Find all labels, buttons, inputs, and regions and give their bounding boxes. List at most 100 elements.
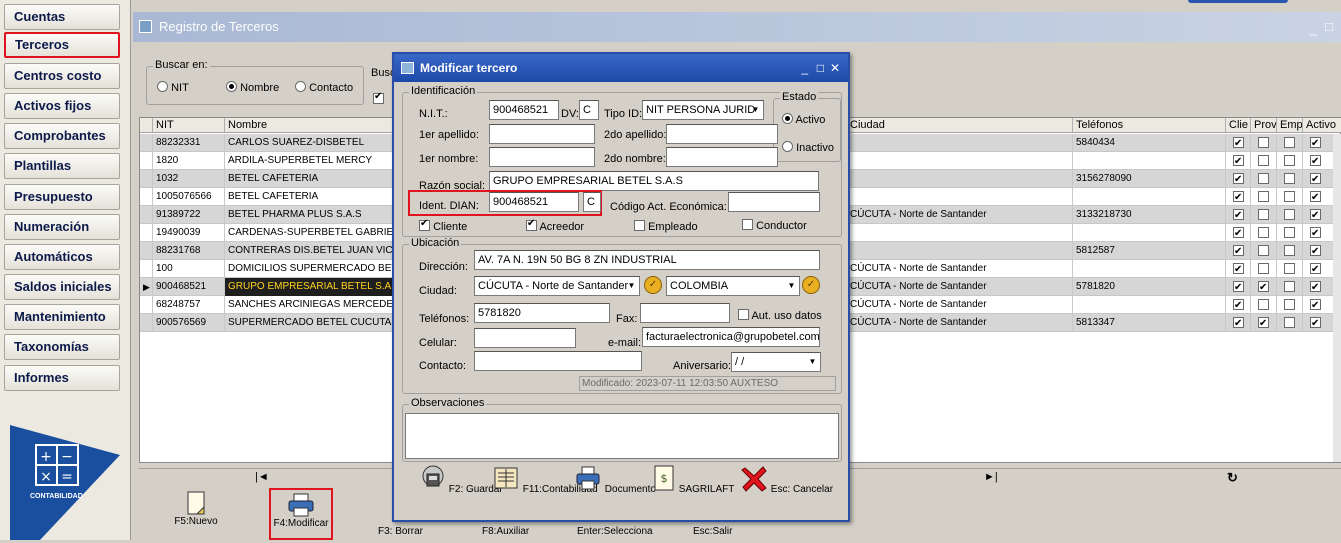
row-prov-checkbox[interactable]: [1258, 173, 1269, 184]
row-emp-checkbox[interactable]: [1284, 227, 1295, 238]
dialog-minimize-icon[interactable]: _: [801, 54, 808, 82]
celular-input[interactable]: [474, 328, 576, 348]
row-emp-checkbox[interactable]: [1284, 317, 1295, 328]
search-opt-nit[interactable]: NIT: [157, 81, 189, 94]
row-act-checkbox[interactable]: [1310, 261, 1321, 278]
salir-button[interactable]: Esc:Salir: [693, 526, 732, 537]
contacto-input[interactable]: [474, 351, 642, 371]
row-prov-checkbox[interactable]: [1258, 299, 1269, 310]
menu-taxonomias[interactable]: Taxonomías: [4, 334, 120, 360]
row-act-checkbox[interactable]: [1310, 171, 1321, 188]
ident-dian-dv-input[interactable]: C: [583, 192, 601, 212]
menu-presupuesto[interactable]: Presupuesto: [4, 184, 120, 210]
row-clie-checkbox[interactable]: [1233, 189, 1244, 206]
menu-terceros[interactable]: Terceros: [4, 32, 120, 58]
row-act-checkbox[interactable]: [1310, 279, 1321, 296]
row-prov-checkbox[interactable]: [1258, 155, 1269, 166]
apellido2-input[interactable]: [666, 124, 778, 144]
ident-dian-input[interactable]: 900468521: [489, 192, 579, 212]
search-opt-contacto[interactable]: Contacto: [295, 81, 353, 94]
refresh-icon[interactable]: ↻: [1227, 470, 1238, 486]
empleado-checkbox[interactable]: Empleado: [634, 220, 698, 233]
row-clie-checkbox[interactable]: [1233, 225, 1244, 242]
apellido1-input[interactable]: [489, 124, 595, 144]
ciudad-lookup-icon[interactable]: ✓: [644, 276, 662, 294]
grid-scrollbar[interactable]: [1333, 134, 1341, 462]
row-clie-checkbox[interactable]: [1233, 207, 1244, 224]
row-act-checkbox[interactable]: [1310, 189, 1321, 206]
row-act-checkbox[interactable]: [1310, 243, 1321, 260]
row-clie-checkbox[interactable]: [1233, 171, 1244, 188]
row-emp-checkbox[interactable]: [1284, 155, 1295, 166]
col-telefonos[interactable]: Teléfonos: [1073, 118, 1226, 133]
col-ciudad[interactable]: Ciudad: [847, 118, 1073, 133]
menu-saldos-iniciales[interactable]: Saldos iniciales: [4, 274, 120, 300]
menu-plantillas[interactable]: Plantillas: [4, 153, 120, 179]
auxiliar-button[interactable]: F8:Auxiliar: [482, 526, 529, 537]
last-record-icon[interactable]: ►|: [984, 471, 998, 483]
menu-numeracion[interactable]: Numeración: [4, 214, 120, 240]
maximize-icon[interactable]: □: [1325, 12, 1333, 42]
direccion-input[interactable]: AV. 7A N. 19N 50 BG 8 ZN INDUSTRIAL: [474, 250, 820, 270]
modificar-button[interactable]: F4:Modificar: [269, 488, 333, 540]
pais-select[interactable]: COLOMBIA ▼: [666, 276, 800, 296]
menu-cuentas[interactable]: Cuentas: [4, 4, 120, 30]
row-prov-checkbox[interactable]: [1258, 227, 1269, 238]
nombre1-input[interactable]: [489, 147, 595, 167]
dv-input[interactable]: C: [579, 100, 599, 120]
ciudad-select[interactable]: CÚCUTA - Norte de Santander ▼: [474, 276, 640, 296]
menu-activos-fijos[interactable]: Activos fijos: [4, 93, 120, 119]
nit-input[interactable]: 900468521: [489, 100, 559, 120]
tipo-id-select[interactable]: NIT PERSONA JURID ▼: [642, 100, 764, 120]
menu-automaticos[interactable]: Automáticos: [4, 244, 120, 270]
borrar-button[interactable]: F3: Borrar: [378, 526, 423, 537]
row-emp-checkbox[interactable]: [1284, 263, 1295, 274]
aut-uso-datos-checkbox[interactable]: Aut. uso datos: [738, 309, 822, 322]
row-prov-checkbox[interactable]: [1258, 245, 1269, 256]
menu-informes[interactable]: Informes: [4, 365, 120, 391]
row-clie-checkbox[interactable]: [1233, 243, 1244, 260]
fax-input[interactable]: [640, 303, 730, 323]
row-prov-checkbox[interactable]: [1258, 137, 1269, 148]
razon-social-input[interactable]: GRUPO EMPRESARIAL BETEL S.A.S: [489, 171, 819, 191]
dialog-close-icon[interactable]: ✕: [830, 54, 840, 82]
codigo-actividad-input[interactable]: [728, 192, 820, 212]
row-clie-checkbox[interactable]: [1233, 261, 1244, 278]
estado-activo-radio[interactable]: Activo: [782, 113, 825, 126]
guardar-button[interactable]: F2: Guardar: [420, 464, 503, 495]
estado-inactivo-radio[interactable]: Inactivo: [782, 141, 834, 154]
row-emp-checkbox[interactable]: [1284, 299, 1295, 310]
col-emp[interactable]: Emp: [1277, 118, 1303, 133]
search-checkbox[interactable]: [373, 91, 384, 104]
search-opt-nombre[interactable]: Nombre: [226, 81, 279, 94]
row-emp-checkbox[interactable]: [1284, 281, 1295, 292]
row-act-checkbox[interactable]: [1310, 135, 1321, 152]
aniversario-input[interactable]: / / ▼: [731, 352, 821, 372]
menu-mantenimiento[interactable]: Mantenimiento: [4, 304, 120, 330]
menu-centros-costo[interactable]: Centros costo: [4, 63, 120, 89]
contabilidad-button[interactable]: F11:Contabilidad: [492, 464, 598, 495]
pais-lookup-icon[interactable]: ✓: [802, 276, 820, 294]
first-record-icon[interactable]: |◄: [255, 471, 269, 483]
row-prov-checkbox[interactable]: [1258, 209, 1269, 220]
row-emp-checkbox[interactable]: [1284, 209, 1295, 220]
minimize-icon[interactable]: _: [1310, 14, 1317, 44]
documento-button[interactable]: Documento: [574, 464, 656, 495]
row-clie-checkbox[interactable]: [1233, 135, 1244, 152]
row-act-checkbox[interactable]: [1310, 297, 1321, 314]
acreedor-checkbox[interactable]: Acreedor: [526, 218, 584, 233]
sagrilaft-button[interactable]: $ SAGRILAFT: [652, 464, 734, 495]
row-act-checkbox[interactable]: [1310, 153, 1321, 170]
row-act-checkbox[interactable]: [1310, 207, 1321, 224]
row-emp-checkbox[interactable]: [1284, 173, 1295, 184]
row-clie-checkbox[interactable]: [1233, 297, 1244, 314]
email-input[interactable]: facturaelectronica@grupobetel.com.: [642, 327, 820, 347]
row-prov-checkbox[interactable]: [1258, 315, 1269, 332]
col-prov[interactable]: Prov: [1251, 118, 1277, 133]
row-act-checkbox[interactable]: [1310, 315, 1321, 332]
row-prov-checkbox[interactable]: [1258, 279, 1269, 296]
row-prov-checkbox[interactable]: [1258, 191, 1269, 202]
cancelar-button[interactable]: Esc: Cancelar: [740, 464, 833, 495]
row-act-checkbox[interactable]: [1310, 225, 1321, 242]
conductor-checkbox[interactable]: Conductor: [742, 219, 807, 232]
